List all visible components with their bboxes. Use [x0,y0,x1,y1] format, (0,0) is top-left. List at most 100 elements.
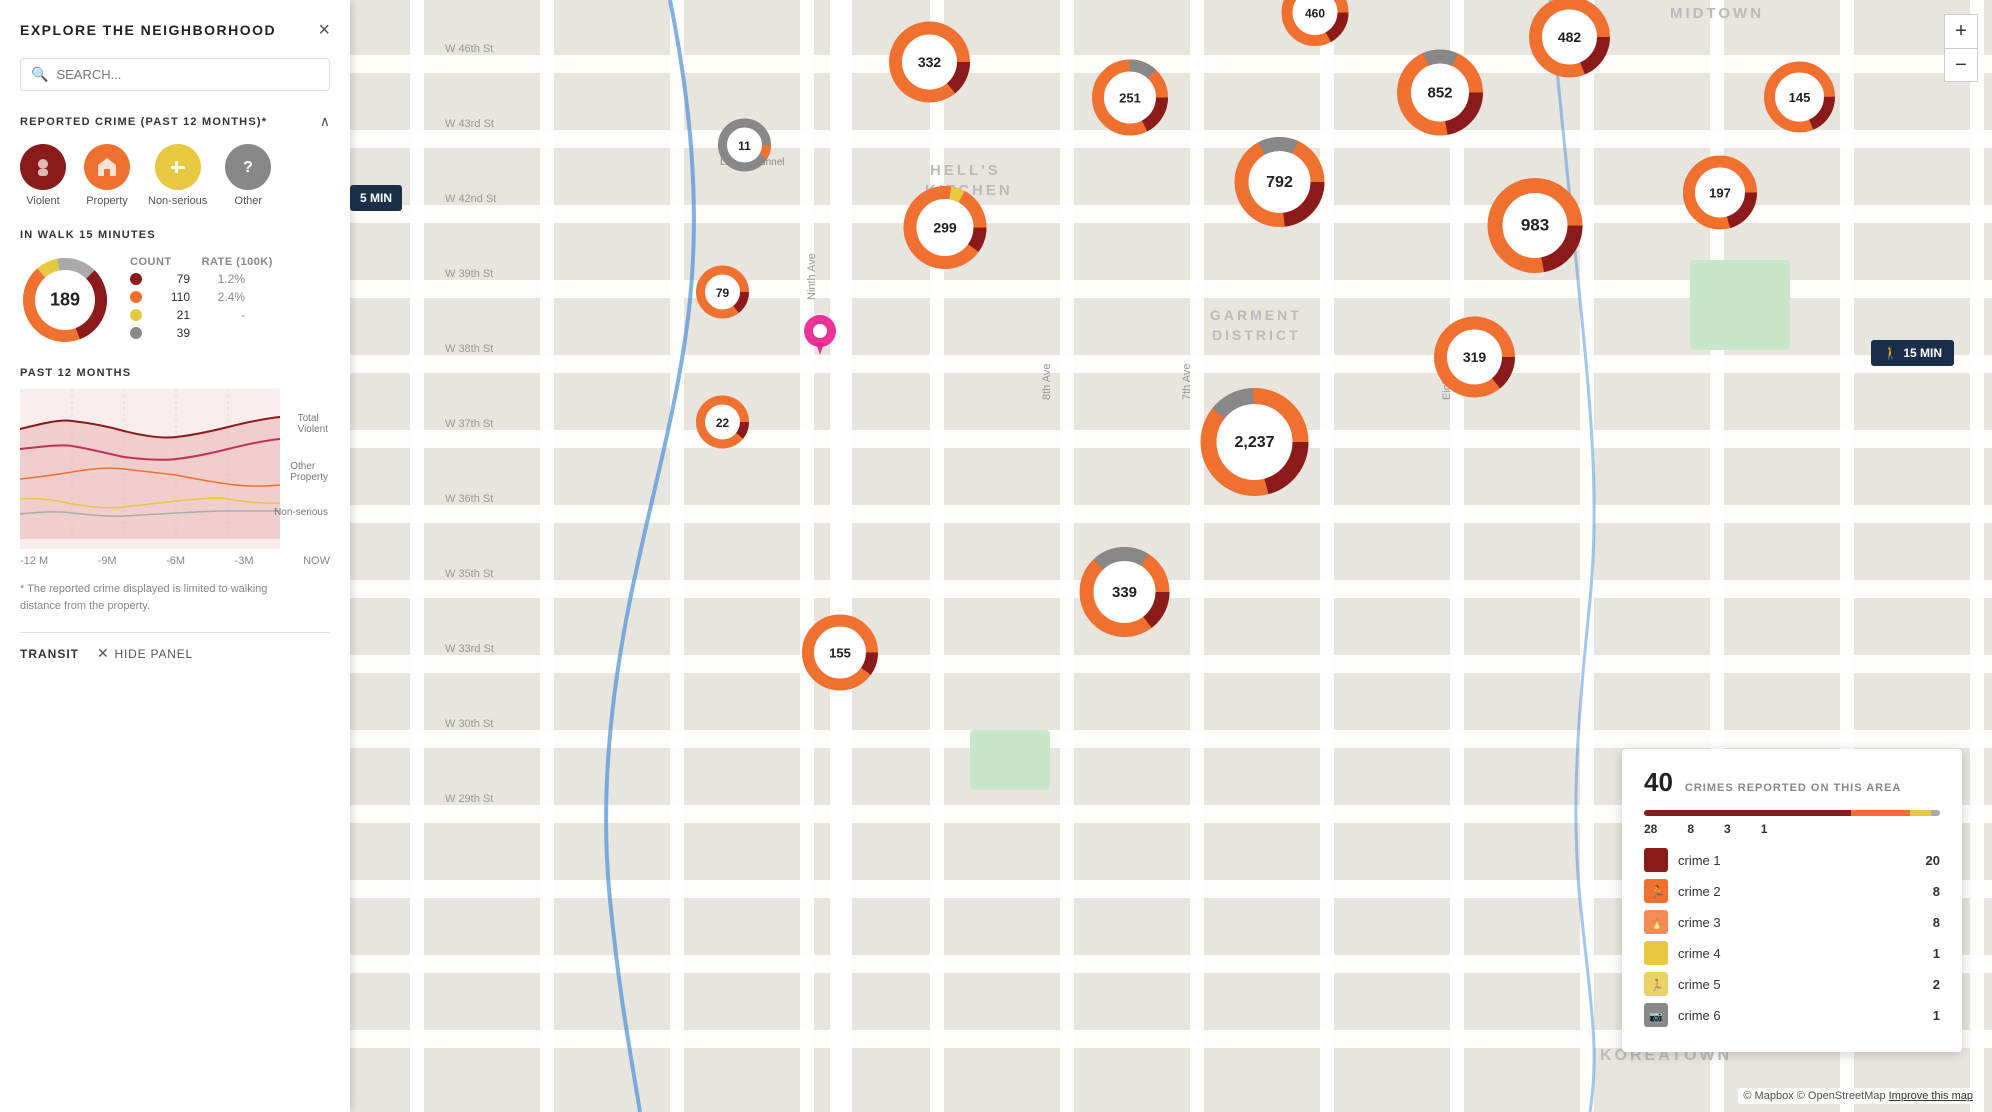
crime2-icon: 🏃 [1644,879,1668,903]
zoom-in-button[interactable]: + [1944,14,1978,48]
donut-marker-145[interactable]: 145 [1763,60,1838,140]
walk5-badge-label: 5 MIN [360,191,392,205]
stats-row-nonserious: 21 - [130,308,273,322]
chart-x-axis: -12 M -9M -6M -3M NOW [20,555,330,567]
crime4-name: crime 4 [1678,946,1933,961]
map-pin [802,313,838,360]
donut-marker-482[interactable]: 482 [1528,0,1613,85]
violent-label: Violent [26,195,59,207]
svg-text:332: 332 [918,54,942,70]
stats-header: COUNT RATE (100K) [130,256,273,268]
transit-button[interactable]: TRANSIT [20,647,79,661]
popup-crime-bar [1644,810,1940,816]
crime-section-header: REPORTED CRIME (PAST 12 MONTHS)* ∧ [20,113,330,130]
other-icon: ? [225,144,271,190]
bar-violent [1644,810,1851,816]
property-count: 110 [150,290,190,304]
zoom-out-button[interactable]: − [1944,48,1978,82]
svg-text:8th Ave: 8th Ave [1041,364,1053,401]
walk15-badge-label: 15 MIN [1903,346,1942,360]
crime4-count: 1 [1933,946,1940,961]
svg-text:W 33rd St: W 33rd St [445,643,494,655]
donut-marker-251[interactable]: 251 [1090,58,1170,143]
svg-text:22: 22 [716,416,730,430]
popup-num-3: 3 [1724,822,1731,836]
rate-header: RATE (100K) [202,256,273,268]
hide-panel-button[interactable]: ✕ HIDE PANEL [97,645,193,662]
donut-marker-460[interactable]: 460 [1280,0,1350,53]
count-header: COUNT [130,256,172,268]
x-label-now: NOW [303,555,330,567]
donut-marker-792[interactable]: 792 [1233,135,1328,235]
x-label-9m: -9M [98,555,117,567]
donut-marker-22[interactable]: 22 [696,395,751,455]
past-section-title: PAST 12 MONTHS [20,367,330,379]
property-dot [130,291,142,303]
donut-marker-332[interactable]: 332 [888,20,973,110]
left-panel: EXPLORE THE NEIGHBORHOOD × 🔍 REPORTED CR… [0,0,350,1112]
improve-map-link[interactable]: Improve this map [1889,1090,1973,1102]
svg-text:?: ? [243,159,253,176]
crime-icon-violent[interactable]: Violent [20,144,66,207]
x-label-3m: -3M [235,555,254,567]
popup-crime-row-6: 📷 crime 6 1 [1644,1003,1940,1027]
popup-crime-subtitle: CRIMES REPORTED ON THIS AREA [1685,782,1901,794]
svg-text:W 35th St: W 35th St [445,568,493,580]
svg-text:319: 319 [1463,349,1487,365]
popup-num-8: 8 [1687,822,1694,836]
crime-section-title: REPORTED CRIME (PAST 12 MONTHS)* [20,116,267,128]
stats-row-other: 39 [130,326,273,340]
search-box: 🔍 [20,58,330,91]
svg-text:W 43rd St: W 43rd St [445,118,494,130]
violent-dot [130,273,142,285]
search-input[interactable] [56,67,319,82]
panel-title: EXPLORE THE NEIGHBORHOOD [20,22,276,38]
walk-person-icon: 🚶 [1883,346,1898,360]
mapbox-credit: © Mapbox © OpenStreetMap [1743,1090,1885,1102]
crime-icon-nonserious[interactable]: Non-serious [148,144,207,207]
popup-num-28: 28 [1644,822,1657,836]
walk-section-title: IN WALK 15 MINUTES [20,229,330,241]
svg-text:W 37th St: W 37th St [445,418,493,430]
stats-row-violent: 79 1.2% [130,272,273,286]
property-label: Property [86,195,128,207]
svg-text:🔥: 🔥 [1650,917,1664,930]
hide-panel-label: HIDE PANEL [115,647,193,661]
svg-text:W 29th St: W 29th St [445,793,493,805]
donut-marker-339[interactable]: 339 [1078,545,1173,645]
crime1-count: 20 [1926,853,1940,868]
svg-text:GARMENT: GARMENT [1210,307,1302,323]
crime2-count: 8 [1933,884,1940,899]
crime-icon-other[interactable]: ? Other [225,144,271,207]
donut-marker-319[interactable]: 319 [1433,315,1518,405]
violent-icon [20,144,66,190]
nonserious-label: Non-serious [148,195,207,207]
svg-text:🏃: 🏃 [1650,885,1664,899]
svg-text:7th Ave: 7th Ave [1181,364,1193,401]
footnote: * The reported crime displayed is limite… [20,581,330,614]
close-button[interactable]: × [318,20,330,40]
crime1-name: crime 1 [1678,853,1926,868]
panel-header: EXPLORE THE NEIGHBORHOOD × [20,20,330,40]
popup-crime-row-4: crime 4 1 [1644,941,1940,965]
donut-marker-79[interactable]: 79 [696,265,751,325]
svg-text:197: 197 [1709,186,1731,201]
crime-icon-property[interactable]: Property [84,144,130,207]
chart-label-other: OtherProperty [290,461,328,483]
crime1-icon [1644,848,1668,872]
donut-marker-2237[interactable]: 2,237 [1198,385,1313,505]
donut-marker-299[interactable]: 299 [901,184,989,277]
donut-marker-11[interactable]: 11 [718,118,773,178]
svg-text:11: 11 [738,139,751,153]
crime6-name: crime 6 [1678,1008,1933,1023]
donut-marker-197[interactable]: 197 [1681,154,1759,237]
svg-text:339: 339 [1112,584,1137,601]
crime5-icon: 🏃 [1644,972,1668,996]
donut-marker-983[interactable]: 983 [1485,176,1585,281]
svg-text:W 36th St: W 36th St [445,493,493,505]
donut-marker-852[interactable]: 852 [1395,48,1485,143]
other-count: 39 [150,326,190,340]
bar-other [1931,810,1940,816]
donut-marker-155[interactable]: 155 [800,613,880,698]
svg-text:983: 983 [1521,216,1549,235]
